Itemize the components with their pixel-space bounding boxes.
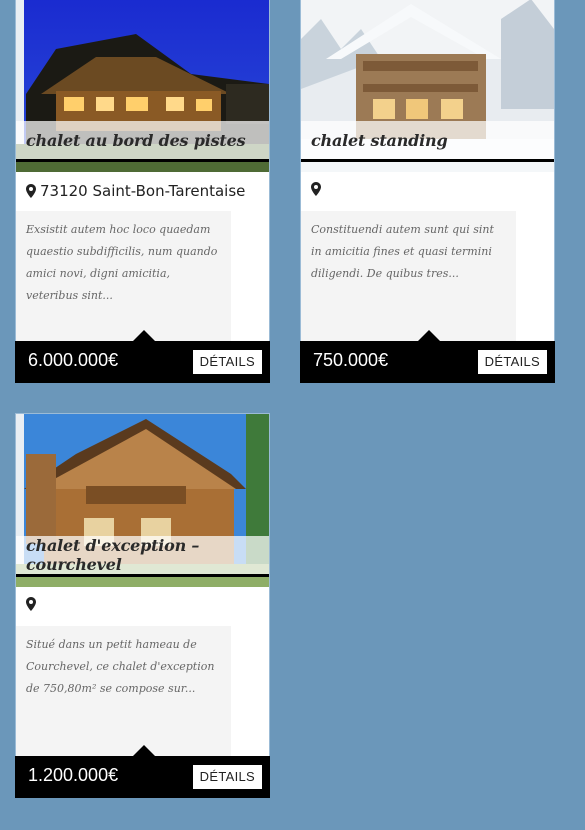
details-button[interactable]: DÉTAILS (192, 765, 262, 789)
listing-title[interactable]: chalet d'exception – courchevel (26, 536, 269, 574)
listing-title-band: chalet standing (301, 121, 554, 159)
details-button[interactable]: DÉTAILS (192, 350, 262, 374)
title-underline (16, 574, 269, 577)
address-text: 73120 Saint-Bon-Tarentaise (40, 182, 246, 200)
title-underline (16, 159, 269, 162)
listing-card[interactable]: chalet d'exception – courchevel Situé da… (15, 413, 270, 798)
map-marker-icon (311, 182, 321, 196)
listing-title-band: chalet d'exception – courchevel (16, 536, 269, 574)
listing-description: Exsistit autem hoc loco quaedam quaestio… (26, 223, 218, 302)
listing-price: 1.200.000€ (28, 765, 119, 785)
listing-title[interactable]: chalet standing (311, 131, 448, 150)
listing-description: Situé dans un petit hameau de Courchevel… (26, 638, 215, 695)
listing-title-band: chalet au bord des pistes (16, 121, 269, 159)
map-marker-icon (26, 184, 36, 198)
listing-address (26, 597, 40, 611)
listing-address: 73120 Saint-Bon-Tarentaise (26, 182, 245, 200)
price-bar-notch (133, 745, 155, 756)
listing-price: 6.000.000€ (28, 350, 119, 370)
listing-price: 750.000€ (313, 350, 389, 370)
title-underline (301, 159, 554, 162)
listing-card[interactable]: chalet au bord des pistes 73120 Saint-Bo… (15, 0, 270, 383)
listing-description: Constituendi autem sunt qui sint in amic… (311, 223, 494, 280)
listing-card[interactable]: chalet standing Constituendi autem sunt … (300, 0, 555, 383)
map-marker-icon (26, 597, 36, 611)
listing-title[interactable]: chalet au bord des pistes (26, 131, 246, 150)
price-bar: 750.000€ DÉTAILS (300, 330, 555, 383)
details-button[interactable]: DÉTAILS (477, 350, 547, 374)
price-bar-notch (418, 330, 440, 341)
price-bar-notch (133, 330, 155, 341)
price-bar: 1.200.000€ DÉTAILS (15, 745, 270, 798)
price-bar: 6.000.000€ DÉTAILS (15, 330, 270, 383)
listing-address (311, 182, 325, 196)
